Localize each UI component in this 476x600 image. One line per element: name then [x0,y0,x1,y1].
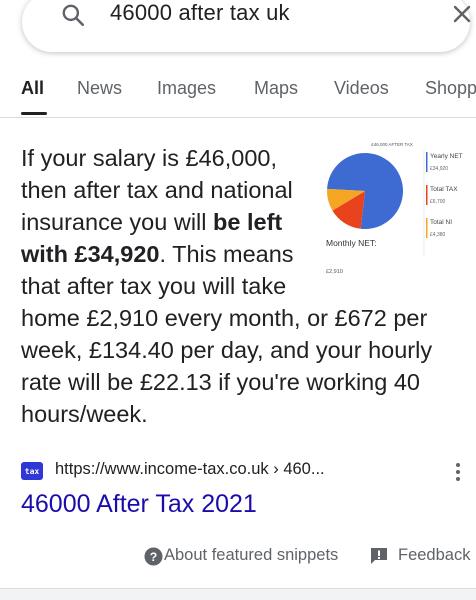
about-featured-snippets-link[interactable]: About featured snippets [164,546,338,565]
pie-chart [327,153,403,229]
snippet-footer: ? About featured snippets Feedback [0,544,476,572]
legend-value: £34,920 [430,166,448,172]
result-url[interactable]: https://www.income-tax.co.uk › 460... [55,460,325,479]
chart-annotation-label: Monthly NET: [326,238,377,248]
legend-swatch [426,152,428,172]
search-input[interactable]: 46000 after tax uk [110,0,290,26]
search-tabs: All News Images Maps Videos Shopp [0,70,476,118]
legend-label: Total NI [430,219,452,226]
tab-images[interactable]: Images [157,78,216,99]
legend-swatch [426,218,428,238]
legend-label: Total TAX [430,186,458,193]
legend-label: Yearly NET [430,153,463,160]
tabs-divider [0,117,476,118]
result-title-link[interactable]: 46000 After Tax 2021 [21,490,257,519]
search-bar[interactable]: 46000 after tax uk [22,0,471,52]
chart-title: £46,000 AFTER TAX [371,142,413,147]
chart-annotation-value: £2,910 [326,269,343,275]
active-tab-indicator [21,112,47,115]
tab-shopping[interactable]: Shopp [425,78,476,99]
legend-value: £4,380 [430,232,446,238]
tab-maps[interactable]: Maps [254,78,298,99]
tab-videos[interactable]: Videos [334,78,389,99]
svg-text:?: ? [150,550,158,564]
search-icon[interactable] [60,2,86,28]
legend-swatch [426,185,428,205]
feedback-link[interactable]: Feedback [398,546,470,565]
tab-all[interactable]: All [21,78,44,99]
result-source[interactable]: tax https://www.income-tax.co.uk › 460..… [21,460,461,484]
feedback-icon[interactable] [370,547,388,565]
chart-legend: Yearly NET £34,920 Total TAX £6,700 Total NI… [426,152,463,238]
help-icon[interactable]: ? [144,547,163,566]
more-vert-icon[interactable] [453,460,463,484]
site-favicon: tax [21,462,43,480]
legend-value: £6,700 [430,199,446,205]
section-divider [0,588,476,600]
tab-news[interactable]: News [77,78,122,99]
snippet-chart-image[interactable]: £46,000 AFTER TAX Yearly NET £34,920 Total… [320,136,470,286]
close-icon[interactable] [450,2,474,26]
